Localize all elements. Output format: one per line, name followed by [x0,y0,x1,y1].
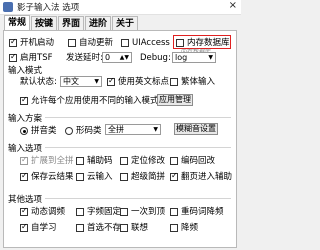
shape-radio[interactable] [65,127,73,135]
title-bar[interactable]: 影子输入法 选项 × [0,0,241,15]
uiaccess-label: UIAccess [132,38,170,48]
chevron-down-icon: ▼ [94,78,99,85]
option-label: 联想 [131,223,149,233]
tab-general[interactable]: 常规 [4,15,30,31]
option-label: 超级简拼 [131,172,166,182]
tab-interface[interactable]: 界面 [58,16,84,30]
per-app-label: 允许每个应用使用不同的输入模式 [31,96,159,106]
option-once-top-checkbox[interactable] [120,208,128,216]
option-self-learn-checkbox[interactable] [20,222,28,232]
app-icon [3,2,13,12]
scheme-value: 全拼 [108,125,124,134]
enable-tsf-checkbox[interactable] [9,52,17,62]
option-label: 编码回改 [181,156,216,166]
scheme-select[interactable]: 全拼 ▼ [105,124,161,135]
input-options-heading: 输入选项 [8,144,43,154]
tab-keys[interactable]: 按键 [31,16,57,30]
uiaccess-checkbox[interactable] [121,39,129,47]
tab-about[interactable]: 关于 [112,16,138,30]
default-state-select[interactable]: 中文 ▼ [60,76,102,87]
chevron-down-icon: ▼ [153,126,158,133]
option-label: 保存云结果 [31,172,74,182]
english-punct-checkbox[interactable] [107,76,115,86]
option-page-aux-checkbox[interactable] [170,171,178,181]
option-label: 动态调频 [31,207,66,217]
autostart-label: 开机启动 [20,38,55,48]
delay-label: 发送延时: [66,53,103,63]
option-label: 降频 [181,223,199,233]
options-window: 影子输入法 选项 × 常规 按键 界面 进阶 关于 开机启动 自动更新 UIAc… [0,0,241,250]
input-mode-heading: 输入模式 [8,66,43,76]
autoupdate-checkbox[interactable] [68,39,76,47]
debug-label: Debug: [140,53,171,63]
window-title: 影子输入法 选项 [17,3,80,13]
default-state-value: 中文 [63,77,79,86]
option-label: 字频固定 [87,207,122,217]
option-label: 首选不存 [87,223,122,233]
enable-tsf-label: 启用TSF [20,53,53,63]
traditional-label: 繁体输入 [181,77,216,87]
option-label: 一次到顶 [131,207,166,217]
option-label: 重码词降频 [181,207,224,217]
option-label: 辅助码 [87,156,113,166]
input-scheme-heading: 输入方案 [8,114,43,124]
default-state-label: 默认状态: [20,77,57,87]
option-label: 定位修改 [131,156,166,166]
tab-advanced[interactable]: 进阶 [85,16,111,30]
per-app-checkbox[interactable] [20,95,28,105]
spinner-arrows-icon[interactable]: ▲▼ [120,53,129,62]
option-aux-code-checkbox[interactable] [76,157,84,165]
option-dup-lower-checkbox[interactable] [170,208,178,216]
option-save-cloud-checkbox[interactable] [20,171,28,181]
option-lower-freq-checkbox[interactable] [170,224,178,232]
option-association-checkbox[interactable] [120,224,128,232]
divider [45,198,231,199]
pinyin-radio[interactable] [20,127,28,135]
option-fixed-freq-checkbox[interactable] [76,208,84,216]
debug-select[interactable]: log ▼ [172,52,216,63]
option-label: 云输入 [87,172,113,182]
close-icon[interactable]: × [229,0,237,11]
option-cloud-input-checkbox[interactable] [76,173,84,181]
autostart-checkbox[interactable] [9,37,17,47]
option-super-abbrev-checkbox[interactable] [120,173,128,181]
option-label: 自学习 [31,223,57,233]
chevron-down-icon: ▼ [208,54,213,61]
app-manage-button[interactable]: 应用管理 [157,94,193,106]
option-label: 翻页进入辅助 [181,172,233,182]
pinyin-label: 拼音类 [31,126,57,136]
fuzzy-pinyin-button[interactable]: 模糊音设置 [174,123,218,135]
delay-value: 0 [105,53,111,62]
option-dynamic-freq-checkbox[interactable] [20,206,28,216]
option-expand-fullpinyin-checkbox[interactable] [20,155,28,165]
divider [45,147,231,148]
delay-spinner[interactable]: 0 ▲▼ [102,52,132,63]
option-first-no-save-checkbox[interactable] [76,224,84,232]
option-locate-edit-checkbox[interactable] [120,157,128,165]
english-punct-label: 使用英文标点 [118,77,170,87]
other-options-heading: 其他选项 [8,195,43,205]
shape-label: 形码类 [76,126,102,136]
autoupdate-label: 自动更新 [79,38,114,48]
traditional-checkbox[interactable] [170,78,178,86]
option-code-revert-checkbox[interactable] [170,157,178,165]
debug-value: log [175,53,188,62]
option-label: 扩展到全拼 [31,156,74,166]
divider [45,117,231,118]
